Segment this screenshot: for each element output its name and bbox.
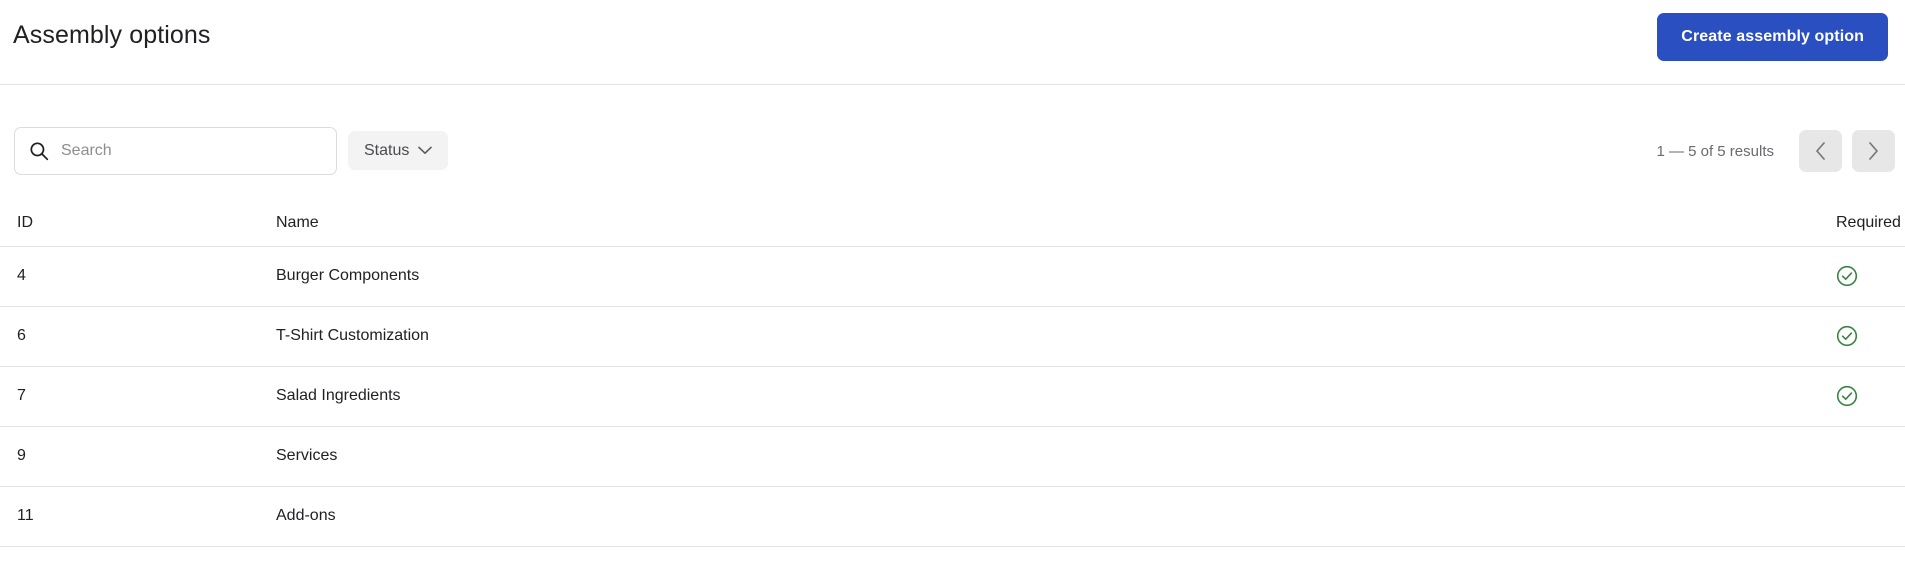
cell-name: Add-ons [131, 486, 911, 547]
table-header-row: ID Name Required Status [0, 200, 1905, 247]
cell-id: 9 [0, 426, 131, 487]
cell-required [911, 306, 1858, 367]
table-row[interactable]: 4Burger Components Active [0, 246, 1905, 307]
table-body: 4Burger ComponentsActive6T-Shirt Customi… [0, 246, 1905, 547]
cell-id: 4 [0, 246, 131, 307]
chevron-left-icon [1816, 142, 1825, 160]
assembly-options-table: ID Name Required Status 4Burger Componen… [0, 200, 1905, 547]
cell-status: Active [1836, 486, 1905, 547]
cell-required [911, 426, 1836, 487]
cell-name: Salad Ingredients [131, 366, 911, 427]
table-toolbar: Status 1 — 5 of 5 results [0, 85, 1905, 200]
column-header-required: Required [911, 200, 1901, 247]
table-row[interactable]: 11Add-ons Active [0, 486, 1905, 547]
cell-id: 6 [0, 306, 131, 367]
page-title: Assembly options [13, 21, 211, 49]
page-header: Assembly options Create assembly option [0, 0, 1905, 85]
cell-id: 7 [0, 366, 131, 427]
column-header-name: Name [131, 200, 911, 247]
table-row[interactable]: 6T-Shirt Customization Active [0, 306, 1905, 367]
cell-required [911, 366, 1858, 427]
cell-status: Active [1836, 306, 1905, 367]
assembly-options-page: Assembly options Create assembly option … [0, 0, 1905, 565]
next-page-button[interactable] [1852, 130, 1895, 172]
chevron-right-icon [1869, 142, 1878, 160]
status-filter-button[interactable]: Status [348, 131, 449, 170]
cell-id: 11 [0, 486, 131, 547]
status-filter-label: Status [364, 141, 410, 159]
create-assembly-option-button[interactable]: Create assembly option [1657, 13, 1888, 61]
cell-required [911, 246, 1858, 307]
table-row[interactable]: 7Salad Ingredients Active [0, 366, 1905, 427]
search-icon [30, 142, 49, 161]
cell-status: Active [1836, 246, 1905, 307]
cell-name: T-Shirt Customization [131, 306, 911, 367]
pagination-results-text: 1 — 5 of 5 results [1656, 142, 1774, 160]
table-header: ID Name Required Status [0, 200, 1905, 247]
chevron-down-icon [418, 146, 433, 154]
pagination: 1 — 5 of 5 results [1656, 127, 1895, 175]
cell-name: Services [131, 426, 911, 487]
cell-name: Burger Components [131, 246, 911, 307]
search-input[interactable] [61, 128, 322, 174]
search-box[interactable] [14, 127, 337, 175]
cell-required [911, 486, 1836, 547]
cell-status: Active [1836, 426, 1905, 487]
previous-page-button[interactable] [1799, 130, 1842, 172]
table-row[interactable]: 9Services Active [0, 426, 1905, 487]
cell-status: Active [1836, 366, 1905, 427]
column-header-id: ID [0, 200, 131, 247]
